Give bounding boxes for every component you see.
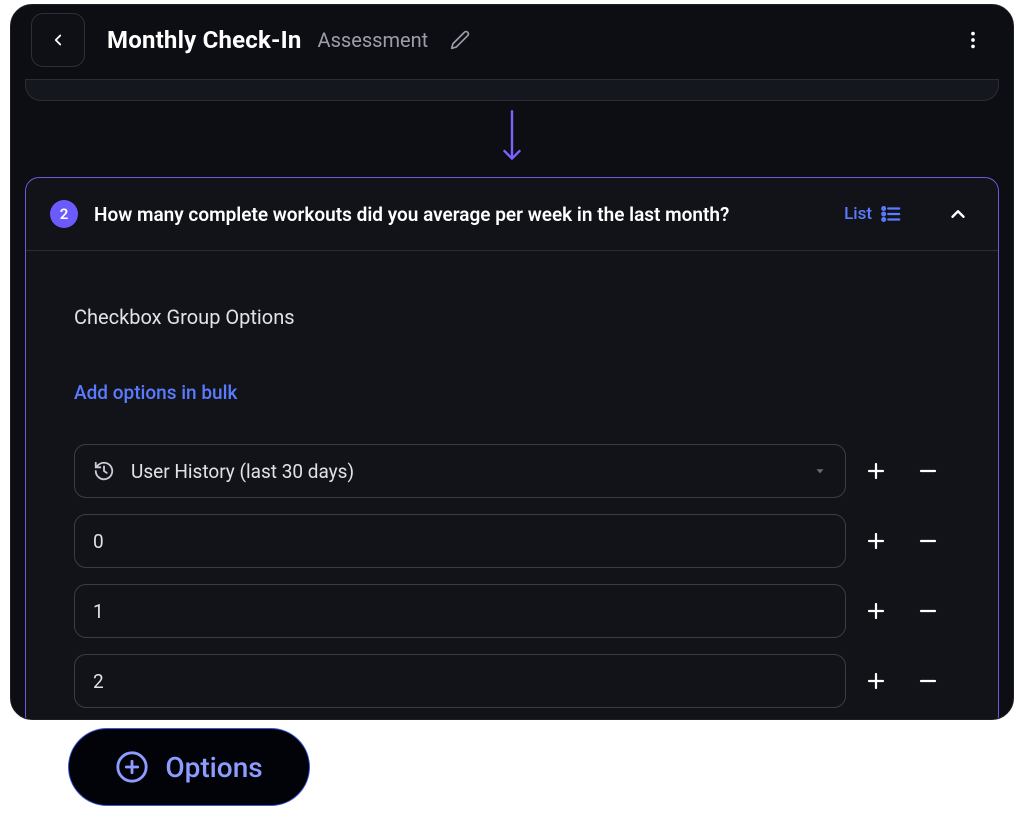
- add-option-button[interactable]: [854, 449, 898, 493]
- plus-circle-icon: [115, 750, 149, 784]
- history-icon: [93, 460, 115, 482]
- add-option-button[interactable]: [854, 589, 898, 633]
- back-button[interactable]: [31, 13, 85, 67]
- question-body: Checkbox Group Options Add options in bu…: [26, 251, 998, 720]
- option-text-input[interactable]: 0: [74, 514, 846, 568]
- flow-connector-arrow: [25, 109, 999, 165]
- floating-chip-label: Options: [165, 751, 262, 784]
- question-number-badge: 2: [50, 200, 78, 228]
- question-text: How many complete workouts did you avera…: [94, 203, 828, 226]
- plus-icon: [864, 459, 888, 483]
- option-label: 1: [93, 600, 104, 623]
- add-bulk-link[interactable]: Add options in bulk: [74, 381, 237, 404]
- more-vertical-icon: [962, 29, 984, 51]
- app-window: Monthly Check-In Assessment 2 How many c…: [10, 4, 1014, 720]
- header-bar: Monthly Check-In Assessment: [11, 5, 1013, 75]
- floating-options-chip[interactable]: Options: [68, 728, 310, 806]
- question-header: 2 How many complete workouts did you ave…: [26, 178, 998, 251]
- page-title: Monthly Check-In: [107, 26, 302, 54]
- page-subtitle: Assessment: [318, 28, 429, 52]
- option-row: User History (last 30 days): [74, 444, 950, 498]
- arrow-down-icon: [499, 109, 525, 165]
- list-view-toggle[interactable]: List: [844, 203, 902, 225]
- remove-option-button[interactable]: [906, 519, 950, 563]
- add-option-button[interactable]: [854, 519, 898, 563]
- pencil-icon: [450, 30, 470, 50]
- option-row: 2: [74, 654, 950, 708]
- more-menu-button[interactable]: [953, 20, 993, 60]
- plus-icon: [864, 599, 888, 623]
- option-label: User History (last 30 days): [131, 460, 354, 483]
- collapse-button[interactable]: [942, 198, 974, 230]
- remove-option-button[interactable]: [906, 449, 950, 493]
- caret-down-icon: [813, 460, 827, 483]
- main-content: 2 How many complete workouts did you ave…: [11, 79, 1013, 720]
- options-section-title: Checkbox Group Options: [74, 305, 950, 329]
- option-text-input[interactable]: 2: [74, 654, 846, 708]
- question-card: 2 How many complete workouts did you ave…: [25, 177, 999, 720]
- options-list: User History (last 30 days): [74, 444, 950, 708]
- option-history-select[interactable]: User History (last 30 days): [74, 444, 846, 498]
- list-toggle-label: List: [844, 204, 872, 224]
- edit-title-button[interactable]: [450, 30, 470, 50]
- add-option-button[interactable]: [854, 659, 898, 703]
- chevron-up-icon: [947, 203, 969, 225]
- chevron-left-icon: [49, 31, 67, 49]
- plus-icon: [864, 669, 888, 693]
- option-label: 2: [93, 670, 104, 693]
- remove-option-button[interactable]: [906, 659, 950, 703]
- list-icon: [880, 203, 902, 225]
- option-label: 0: [93, 530, 104, 553]
- minus-icon: [916, 459, 940, 483]
- minus-icon: [916, 529, 940, 553]
- option-row: 0: [74, 514, 950, 568]
- option-row: 1: [74, 584, 950, 638]
- minus-icon: [916, 669, 940, 693]
- minus-icon: [916, 599, 940, 623]
- option-text-input[interactable]: 1: [74, 584, 846, 638]
- previous-card-sliver[interactable]: [25, 79, 999, 101]
- plus-icon: [864, 529, 888, 553]
- remove-option-button[interactable]: [906, 589, 950, 633]
